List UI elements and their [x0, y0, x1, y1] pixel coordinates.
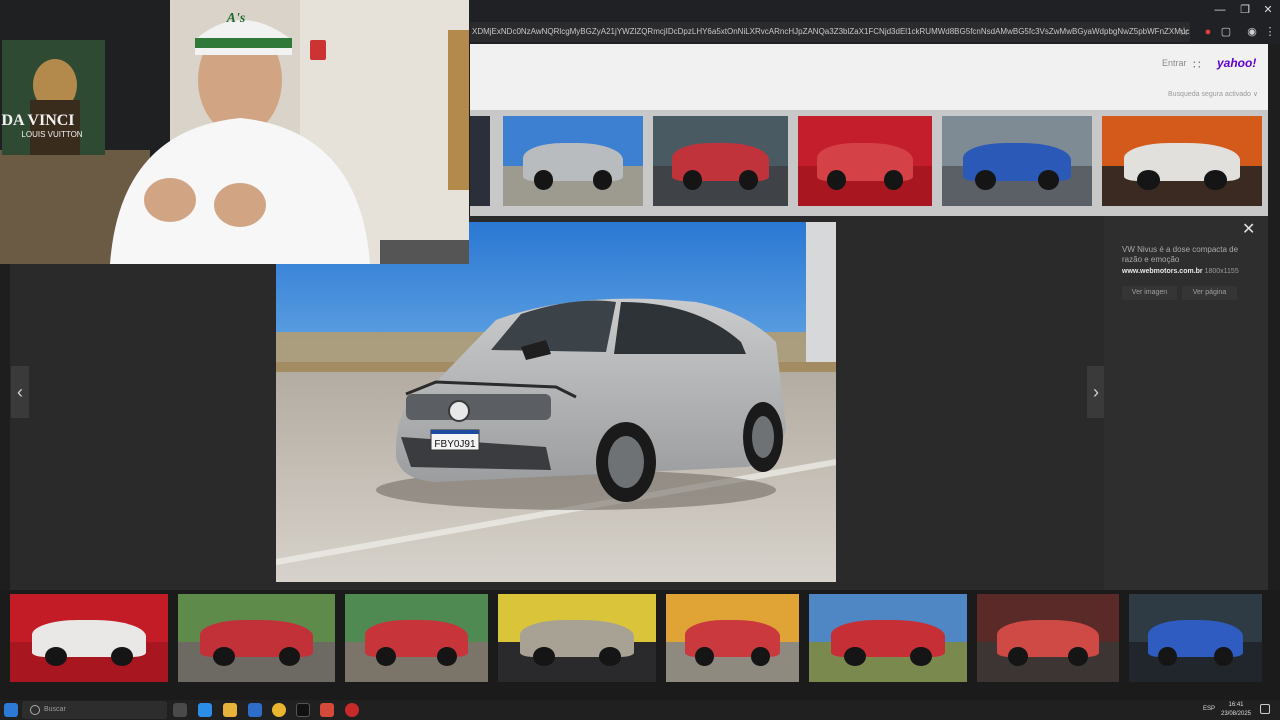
thumbnail[interactable] [798, 116, 932, 206]
minimize-icon[interactable]: — [1210, 3, 1230, 17]
license-plate: FBY0J91 [434, 439, 476, 450]
image-dimensions: 1800x1155 [1204, 268, 1239, 275]
clock-date: 23/08/2025 [1220, 711, 1252, 717]
profile-icon[interactable]: ◉ [1244, 24, 1260, 40]
apps-grid-icon[interactable]: ∷ [1193, 58, 1201, 72]
cap-logo: A's [226, 11, 246, 26]
thumbnail[interactable] [345, 594, 488, 682]
webcam-overlay: DA VINCI LOUIS VUITTON A's [0, 0, 469, 264]
address-bar[interactable]: XDMjExNDc0NzAwNQRlcgMyBGZyA21jYWZlZQRmcj… [470, 22, 1190, 42]
star-icon[interactable]: ☆ [1176, 24, 1192, 40]
thumbnail[interactable] [977, 594, 1119, 682]
thumbnail[interactable] [653, 116, 788, 206]
chrome-icon[interactable] [272, 703, 286, 717]
extension-red-icon[interactable]: ● [1200, 24, 1216, 40]
thumbnail[interactable] [1129, 594, 1262, 682]
start-icon[interactable] [4, 703, 18, 717]
thumbnail[interactable] [503, 116, 643, 206]
poster-subtitle: LOUIS VUITTON [21, 130, 82, 139]
windows-taskbar [0, 700, 1280, 720]
bottom-thumbnail-row [0, 590, 1280, 702]
thumbnail[interactable] [666, 594, 799, 682]
chevron-left-icon[interactable]: ‹ [11, 366, 29, 418]
thumbnail[interactable] [942, 116, 1092, 206]
menu-dots-icon[interactable]: ⋮ [1262, 24, 1278, 40]
close-window-icon[interactable]: ✕ [1258, 3, 1278, 17]
thumbnail[interactable] [178, 594, 335, 682]
image-title: VW Nivus é a dose compacta de razão e em… [1122, 245, 1239, 264]
copilot-icon[interactable] [198, 703, 212, 717]
safe-search-toggle[interactable]: Busqueda segura activado ∨ [1168, 90, 1258, 98]
outlook-icon[interactable] [248, 703, 262, 717]
view-page-button[interactable]: Ver página [1182, 286, 1237, 300]
file-explorer-icon[interactable] [223, 703, 237, 717]
chevron-right-icon[interactable]: › [1087, 366, 1105, 418]
taskbar-search-input[interactable]: Buscar [22, 701, 167, 719]
notifications-icon[interactable] [1260, 704, 1270, 714]
thumbnail[interactable] [10, 594, 168, 682]
signin-link[interactable]: Entrar [1162, 58, 1187, 68]
yahoo-header [470, 44, 1268, 110]
language-indicator[interactable]: ESP [1203, 706, 1215, 712]
main-car-photo[interactable]: FBY0J91 [276, 222, 836, 582]
search-icon [30, 705, 40, 715]
tiktok-icon[interactable] [296, 703, 310, 717]
thumbnail[interactable] [498, 594, 656, 682]
taskbar-clock[interactable]: 16:41 23/08/2025 [1218, 701, 1254, 719]
task-view-icon[interactable] [173, 703, 187, 717]
image-source[interactable]: www.webmotors.com.br 1800x1155 [1122, 268, 1239, 275]
extensions-icon[interactable]: ▢ [1218, 24, 1234, 40]
source-url[interactable]: www.webmotors.com.br [1122, 268, 1203, 275]
poster-title: DA VINCI [1, 112, 74, 129]
restore-icon[interactable]: ❐ [1235, 3, 1255, 17]
top-thumbnail-row [470, 110, 1268, 216]
view-image-button[interactable]: Ver imagen [1122, 286, 1177, 300]
yahoo-logo[interactable]: yahoo! [1217, 56, 1256, 70]
recorder-icon[interactable] [345, 703, 359, 717]
thumbnail[interactable] [809, 594, 967, 682]
title-bar: — ❐ ✕ [470, 0, 1280, 20]
thumbnail[interactable] [470, 116, 490, 206]
close-icon[interactable]: ✕ [1242, 219, 1255, 239]
chrome-active-icon[interactable] [320, 703, 334, 717]
clock-time: 16:41 [1228, 702, 1244, 708]
thumbnail[interactable] [1102, 116, 1262, 206]
